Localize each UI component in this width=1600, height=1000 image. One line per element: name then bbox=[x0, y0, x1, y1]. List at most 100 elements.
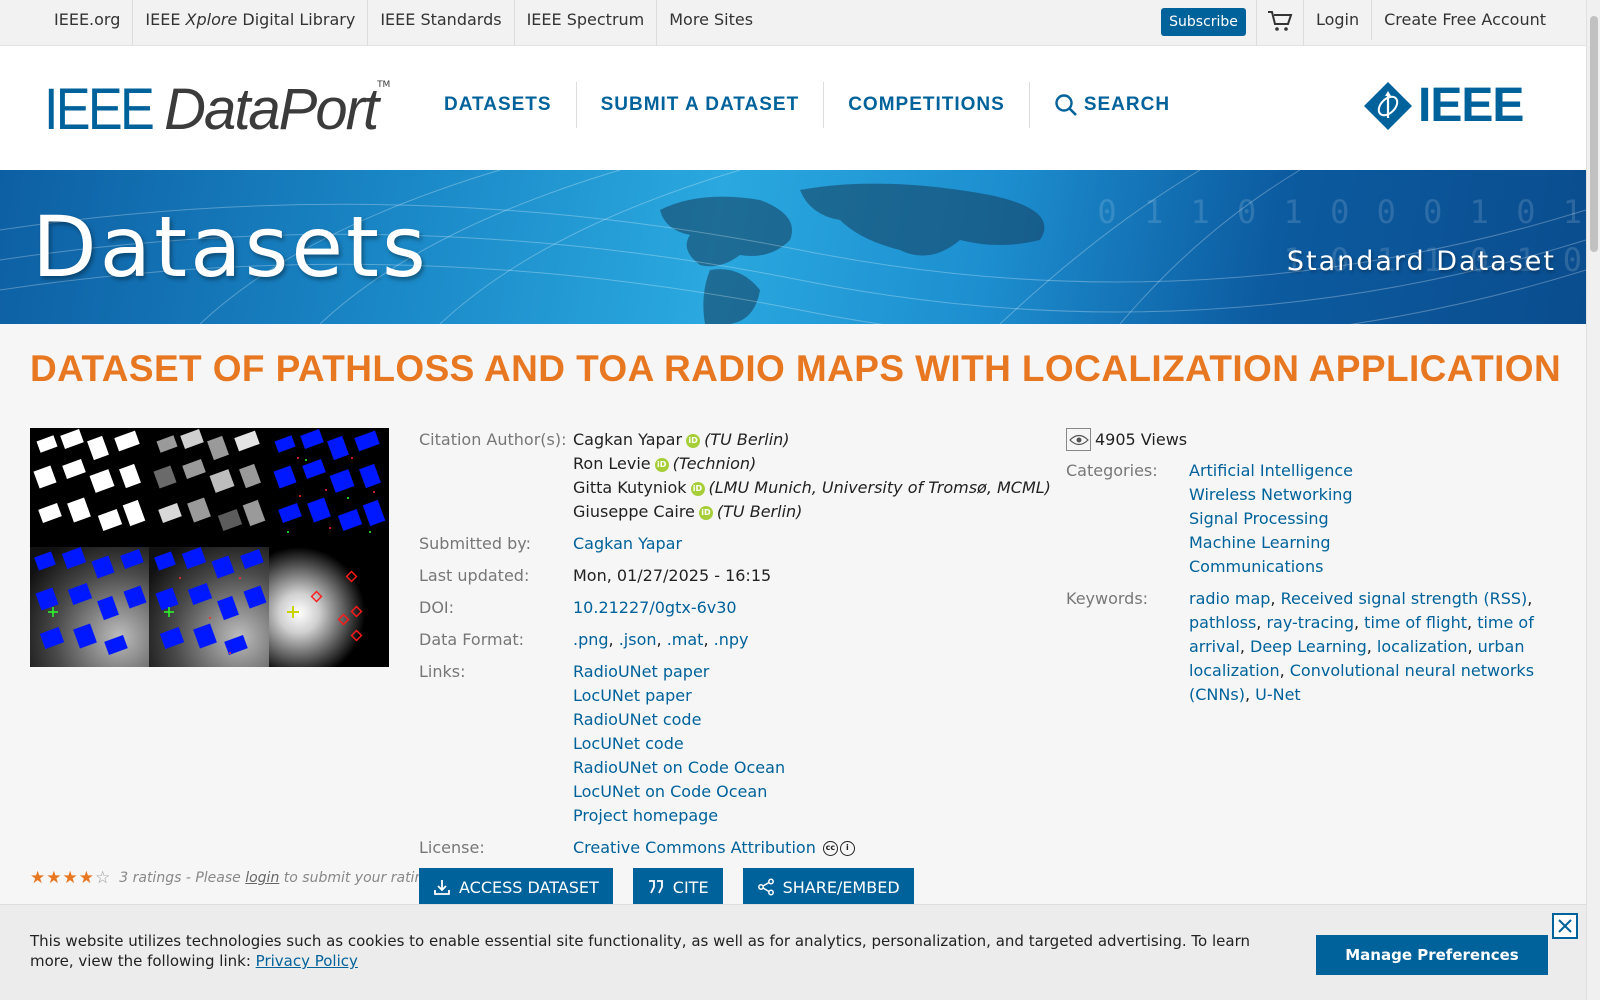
keyword-link[interactable]: pathloss bbox=[1189, 613, 1256, 632]
ieee-wordmark: IEEE bbox=[1418, 79, 1524, 132]
category-link[interactable]: Signal Processing bbox=[1189, 509, 1329, 528]
share-embed-button[interactable]: SHARE/EMBED bbox=[742, 868, 914, 906]
author-item: Gitta Kutyniok iD (LMU Munich, University … bbox=[573, 478, 1051, 497]
views-text: 4905 Views bbox=[1095, 430, 1188, 449]
license-link[interactable]: Creative Commons Attribution bbox=[573, 838, 816, 857]
cc-by-icon: i bbox=[839, 841, 855, 856]
keyword-link[interactable]: U-Net bbox=[1255, 685, 1301, 704]
more-sites-link[interactable]: More Sites bbox=[657, 0, 765, 46]
share-icon bbox=[757, 878, 774, 896]
authors-label: Citation Author(s): bbox=[419, 430, 567, 449]
dataset-title: DATASET OF PATHLOSS AND TOA RADIO MAPS W… bbox=[30, 348, 1562, 389]
keywords-row: Keywords: radio map, Received signal str… bbox=[1066, 587, 1536, 707]
ieee-xplore-link[interactable]: IEEE Xplore Digital Library bbox=[133, 0, 369, 46]
datasets-banner: 0 1 1 0 1 0 0 0 1 0 1 1 0 1 1 0 1 0 Data… bbox=[0, 170, 1586, 324]
cookie-close-button[interactable] bbox=[1552, 913, 1578, 939]
orcid-icon[interactable]: iD bbox=[690, 481, 705, 496]
radio-map-preview-image bbox=[30, 428, 389, 667]
authors-row: Citation Author(s): Cagkan Yapar iD (TU Be… bbox=[419, 428, 1059, 524]
orcid-icon[interactable]: iD bbox=[686, 433, 701, 448]
data-format-list: .png, .json, .mat, .npy bbox=[573, 630, 749, 649]
star-half-icon[interactable]: ★ bbox=[79, 868, 95, 888]
categories-row: Categories: Artificial Intelligence Wire… bbox=[1066, 459, 1536, 579]
format-link[interactable]: .png bbox=[573, 630, 609, 649]
download-icon bbox=[434, 880, 450, 895]
locunet-paper-link[interactable]: LocUNet paper bbox=[573, 686, 692, 705]
main-nav: DATASETS SUBMIT A DATASET COMPETITIONS S… bbox=[420, 82, 1194, 128]
format-link[interactable]: .json bbox=[619, 630, 657, 649]
cart-button[interactable] bbox=[1255, 0, 1304, 46]
links-label: Links: bbox=[419, 662, 466, 681]
category-link[interactable]: Communications bbox=[1189, 557, 1323, 576]
login-link[interactable]: Login bbox=[1304, 0, 1373, 40]
logo-dataport-text: DataPort bbox=[164, 77, 379, 142]
format-link[interactable]: .npy bbox=[714, 630, 749, 649]
ieee-dataport-logo[interactable]: IEEE DataPortTM bbox=[44, 76, 390, 143]
star-icon[interactable]: ★ bbox=[46, 868, 62, 888]
authors-list: Cagkan Yapar iD (TU Berlin) Ron Levie iD (Te… bbox=[573, 428, 1051, 524]
format-link[interactable]: .mat bbox=[667, 630, 704, 649]
radiounet-paper-link[interactable]: RadioUNet paper bbox=[573, 662, 709, 681]
manage-preferences-button[interactable]: Manage Preferences bbox=[1316, 935, 1548, 975]
submitted-by-row: Submitted by: Cagkan Yapar bbox=[419, 532, 1059, 556]
orcid-icon[interactable]: iD bbox=[698, 505, 713, 520]
rating-login-link[interactable]: login bbox=[245, 870, 279, 886]
cite-button[interactable]: CITE bbox=[632, 868, 723, 906]
submitted-by-label: Submitted by: bbox=[419, 534, 531, 553]
star-icon[interactable]: ★ bbox=[63, 868, 79, 888]
keyword-link[interactable]: localization bbox=[1377, 637, 1468, 656]
keyword-link[interactable]: ray-tracing bbox=[1266, 613, 1354, 632]
submitter-link[interactable]: Cagkan Yapar bbox=[573, 534, 682, 553]
project-homepage-link[interactable]: Project homepage bbox=[573, 806, 718, 825]
nav-search[interactable]: SEARCH bbox=[1030, 82, 1194, 128]
locunet-codeocean-link[interactable]: LocUNet on Code Ocean bbox=[573, 782, 767, 801]
author-item: Giuseppe Caire iD (TU Berlin) bbox=[573, 502, 803, 521]
categories-label: Categories: bbox=[1066, 461, 1158, 480]
rating-stars[interactable]: ★★★★☆ bbox=[30, 868, 111, 888]
locunet-code-link[interactable]: LocUNet code bbox=[573, 734, 684, 753]
radiounet-codeocean-link[interactable]: RadioUNet on Code Ocean bbox=[573, 758, 785, 777]
scrollbar-thumb[interactable] bbox=[1590, 16, 1598, 252]
nav-datasets[interactable]: DATASETS bbox=[420, 82, 577, 128]
author-item: Ron Levie iD (Technion) bbox=[573, 454, 757, 473]
license-row: License: Creative Commons Attribution cc… bbox=[419, 836, 1059, 860]
keyword-link[interactable]: Deep Learning bbox=[1250, 637, 1367, 656]
keyword-link[interactable]: time of flight bbox=[1364, 613, 1467, 632]
ieee-standards-link[interactable]: IEEE Standards bbox=[368, 0, 515, 46]
create-account-link[interactable]: Create Free Account bbox=[1372, 0, 1558, 40]
site-header: IEEE DataPortTM DATASETS SUBMIT A DATASET… bbox=[0, 46, 1586, 170]
star-icon[interactable]: ★ bbox=[30, 868, 46, 888]
license-label: License: bbox=[419, 838, 485, 857]
search-icon bbox=[1055, 94, 1077, 116]
ieee-org-link[interactable]: IEEE.org bbox=[42, 0, 134, 46]
cookie-consent-banner: This website utilizes technologies such … bbox=[0, 904, 1586, 1000]
category-link[interactable]: Artificial Intelligence bbox=[1189, 461, 1353, 480]
cc-icon: cc bbox=[822, 841, 838, 856]
doi-link[interactable]: 10.21227/0gtx-6v30 bbox=[573, 598, 737, 617]
access-dataset-button[interactable]: ACCESS DATASET bbox=[419, 868, 613, 906]
subscribe-button[interactable]: Subscribe bbox=[1161, 8, 1246, 36]
star-empty-icon[interactable]: ☆ bbox=[95, 868, 111, 888]
rating-text: 3 ratings - Please login to submit your … bbox=[119, 870, 437, 886]
keyword-link[interactable]: Received signal strength (RSS) bbox=[1281, 589, 1528, 608]
top-meta-bar: IEEE.org IEEE Xplore Digital Library IEE… bbox=[0, 0, 1586, 46]
quote-icon bbox=[648, 880, 663, 894]
keyword-link[interactable]: radio map bbox=[1189, 589, 1270, 608]
ieee-spectrum-link[interactable]: IEEE Spectrum bbox=[515, 0, 658, 46]
category-link[interactable]: Machine Learning bbox=[1189, 533, 1331, 552]
xplore-prefix: IEEE bbox=[145, 10, 186, 29]
nav-submit-dataset[interactable]: SUBMIT A DATASET bbox=[577, 82, 825, 128]
doi-row: DOI: 10.21227/0gtx-6v30 bbox=[419, 596, 1059, 620]
page-scrollbar[interactable] bbox=[1586, 0, 1600, 1000]
radiounet-code-link[interactable]: RadioUNet code bbox=[573, 710, 701, 729]
nav-competitions[interactable]: COMPETITIONS bbox=[824, 82, 1030, 128]
orcid-icon[interactable]: iD bbox=[654, 457, 669, 472]
categories-list: Artificial Intelligence Wireless Network… bbox=[1189, 459, 1353, 579]
data-format-row: Data Format: .png, .json, .mat, .npy bbox=[419, 628, 1059, 652]
privacy-policy-link[interactable]: Privacy Policy bbox=[256, 952, 358, 970]
category-link[interactable]: Wireless Networking bbox=[1189, 485, 1353, 504]
ieee-sites-nav: IEEE.org IEEE Xplore Digital Library IEE… bbox=[42, 0, 765, 46]
view-count: 4905 Views bbox=[1066, 428, 1536, 451]
ieee-logo[interactable]: IEEE bbox=[1362, 78, 1524, 133]
dataset-thumbnail[interactable] bbox=[30, 428, 389, 667]
